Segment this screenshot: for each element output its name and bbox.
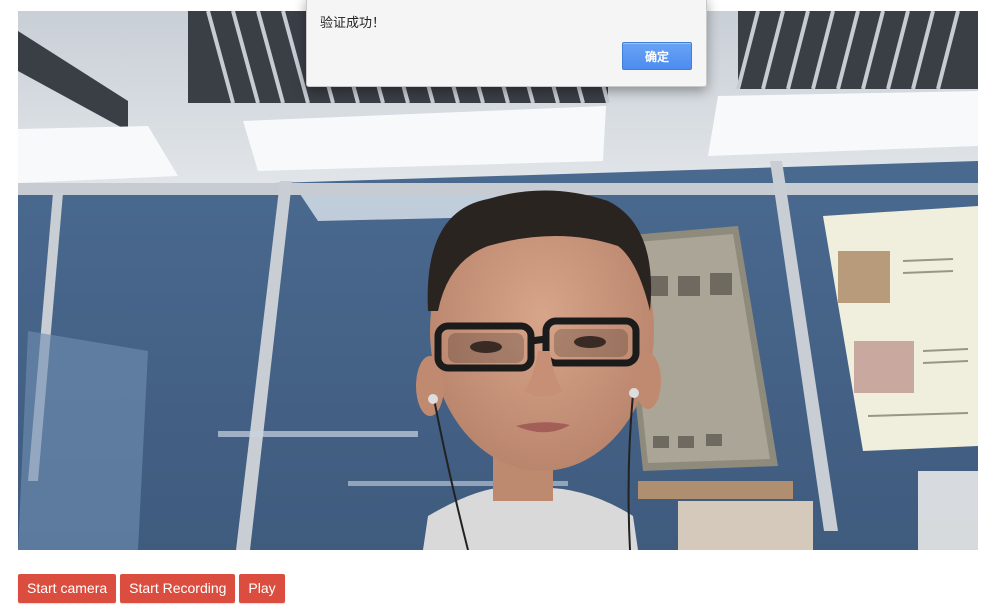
play-button[interactable]: Play <box>239 574 285 603</box>
recorder-controls: Start camera Start Recording Play <box>18 574 285 603</box>
alert-dialog: 验证成功！ 确定 <box>306 0 707 87</box>
alert-ok-button[interactable]: 确定 <box>622 42 692 70</box>
camera-video-preview <box>18 11 978 550</box>
start-camera-button[interactable]: Start camera <box>18 574 117 603</box>
start-recording-button[interactable]: Start Recording <box>120 574 236 603</box>
webcam-scene <box>18 11 978 550</box>
alert-message: 验证成功！ <box>320 16 386 31</box>
page: Start camera Start Recording Play 验证成功！ … <box>0 0 990 609</box>
